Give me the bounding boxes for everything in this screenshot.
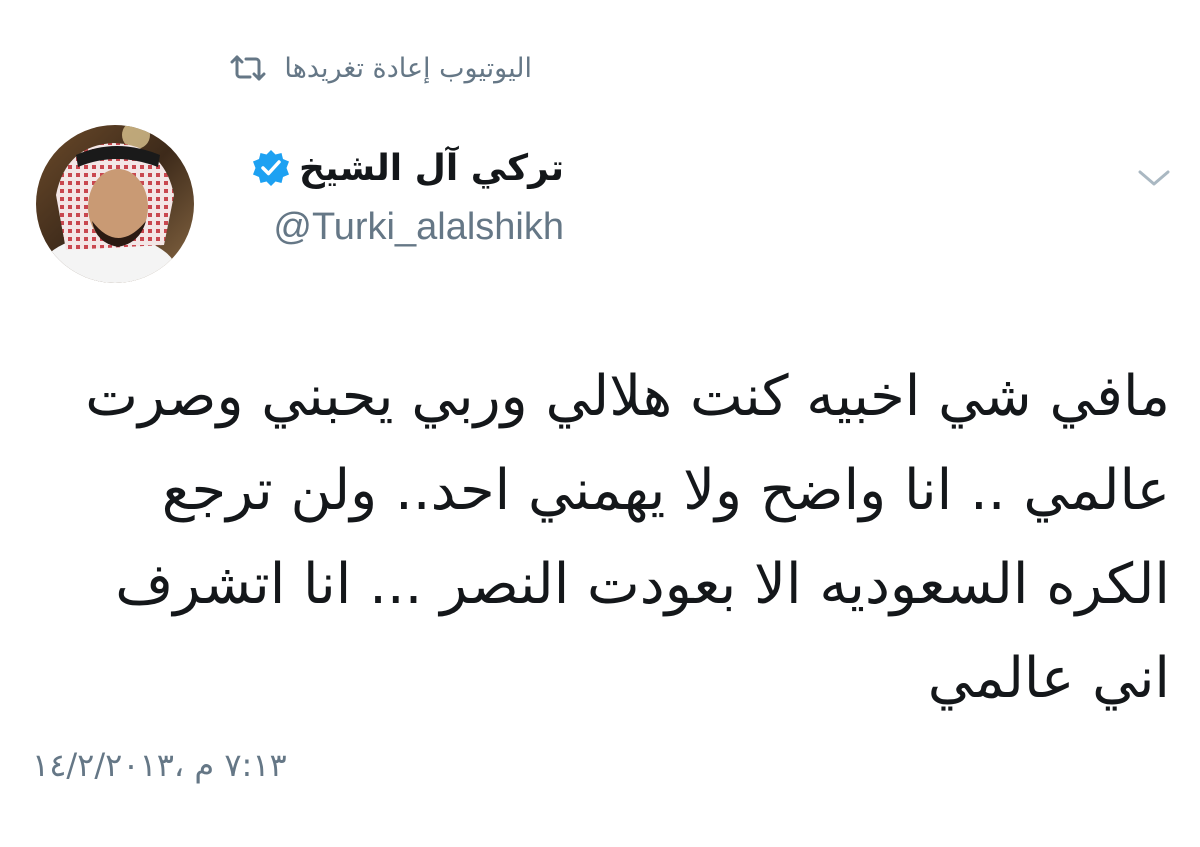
author-name-row[interactable]: تركي آل الشيخ — [251, 138, 564, 198]
verified-badge-icon — [251, 148, 291, 188]
retweet-label: اليوتيوب إعادة تغريدها — [284, 52, 532, 84]
author-handle[interactable]: @Turki_alalshikh — [273, 206, 564, 249]
retweet-icon — [230, 54, 266, 82]
author-display-name: تركي آل الشيخ — [298, 147, 564, 189]
tweet-text: مافي شي اخبيه كنت هلالي وربي يحبني وصرت … — [85, 364, 1170, 711]
avatar[interactable] — [36, 125, 194, 283]
tweet-timestamp[interactable]: ٧:١٣ م ،١٤/٢/٢٠١٣ — [32, 746, 287, 784]
retweet-context[interactable]: اليوتيوب إعادة تغريدها — [230, 40, 532, 96]
chevron-down-icon[interactable] — [1134, 162, 1174, 192]
